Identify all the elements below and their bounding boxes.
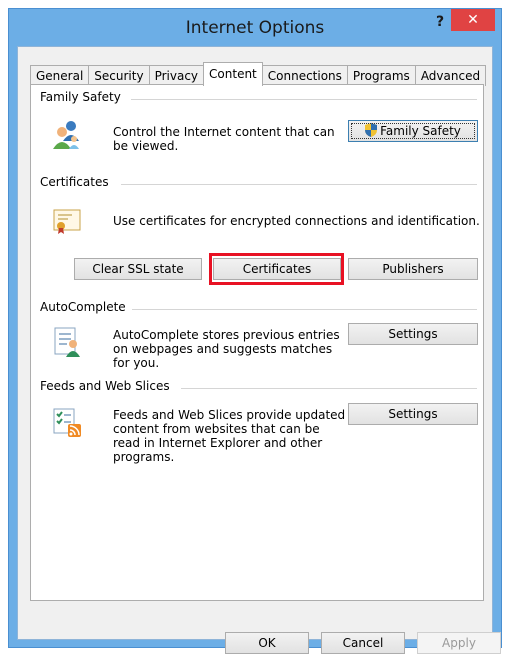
tab-programs[interactable]: Programs	[346, 65, 416, 86]
help-button[interactable]: ?	[429, 11, 451, 33]
feeds-description: Feeds and Web Slices provide updated con…	[113, 408, 345, 464]
certificates-heading: Certificates	[40, 175, 115, 189]
autocomplete-description: AutoComplete stores previous entries on …	[113, 328, 340, 370]
publishers-button[interactable]: Publishers	[348, 258, 478, 280]
feeds-desc-line: content from websites that can be	[113, 422, 320, 436]
close-button[interactable]: ✕	[451, 9, 495, 31]
tab-advanced[interactable]: Advanced	[414, 65, 487, 86]
dialog-client-area: General Security Privacy Content Connect…	[17, 46, 501, 654]
family-safety-description: Control the Internet content that can be…	[113, 125, 335, 153]
title-bar[interactable]: Internet Options ? ✕	[9, 9, 501, 47]
autocomplete-desc-line: on webpages and suggests matches	[113, 342, 333, 356]
content-tab-panel: Family Safety Control the Internet conte…	[30, 84, 484, 601]
autocomplete-icon	[51, 326, 83, 358]
tab-security[interactable]: Security	[88, 65, 150, 86]
feeds-settings-button[interactable]: Settings	[348, 403, 478, 425]
family-safety-heading: Family Safety	[40, 90, 127, 104]
tab-general[interactable]: General	[30, 65, 90, 86]
shield-icon	[365, 123, 378, 143]
autocomplete-heading: AutoComplete	[40, 300, 132, 314]
autocomplete-desc-line: AutoComplete stores previous entries	[113, 328, 340, 342]
tab-privacy[interactable]: Privacy	[148, 65, 205, 86]
family-safety-button[interactable]: Family Safety	[348, 120, 478, 142]
certificate-icon	[51, 204, 83, 236]
autocomplete-desc-line: for you.	[113, 356, 160, 370]
tab-strip: General Security Privacy Content Connect…	[30, 62, 487, 86]
autocomplete-settings-button[interactable]: Settings	[348, 323, 478, 345]
group-divider	[181, 388, 477, 389]
group-divider	[131, 99, 477, 100]
apply-button[interactable]: Apply	[417, 632, 501, 654]
tab-connections[interactable]: Connections	[261, 65, 348, 86]
feeds-desc-line: programs.	[113, 450, 175, 464]
family-safety-icon	[51, 119, 83, 151]
family-safety-desc-line: be viewed.	[113, 139, 179, 153]
internet-options-window: Internet Options ? ✕ General Security Pr…	[8, 8, 502, 654]
group-divider	[131, 309, 477, 310]
feeds-heading: Feeds and Web Slices	[40, 379, 176, 393]
tab-content[interactable]: Content	[203, 62, 263, 86]
window-title: Internet Options	[185, 18, 325, 38]
certificates-description: Use certificates for encrypted connectio…	[113, 214, 480, 228]
family-safety-desc-line: Control the Internet content that can	[113, 125, 335, 139]
certificates-highlight-box	[209, 253, 344, 285]
family-safety-button-label: Family Safety	[380, 124, 461, 138]
feeds-icon	[51, 406, 83, 438]
cancel-button[interactable]: Cancel	[321, 632, 405, 654]
feeds-desc-line: Feeds and Web Slices provide updated	[113, 408, 346, 422]
group-divider	[121, 184, 477, 185]
ok-button[interactable]: OK	[225, 632, 309, 654]
clear-ssl-state-button[interactable]: Clear SSL state	[74, 258, 202, 280]
feeds-desc-line: read in Internet Explorer and other	[113, 436, 323, 450]
